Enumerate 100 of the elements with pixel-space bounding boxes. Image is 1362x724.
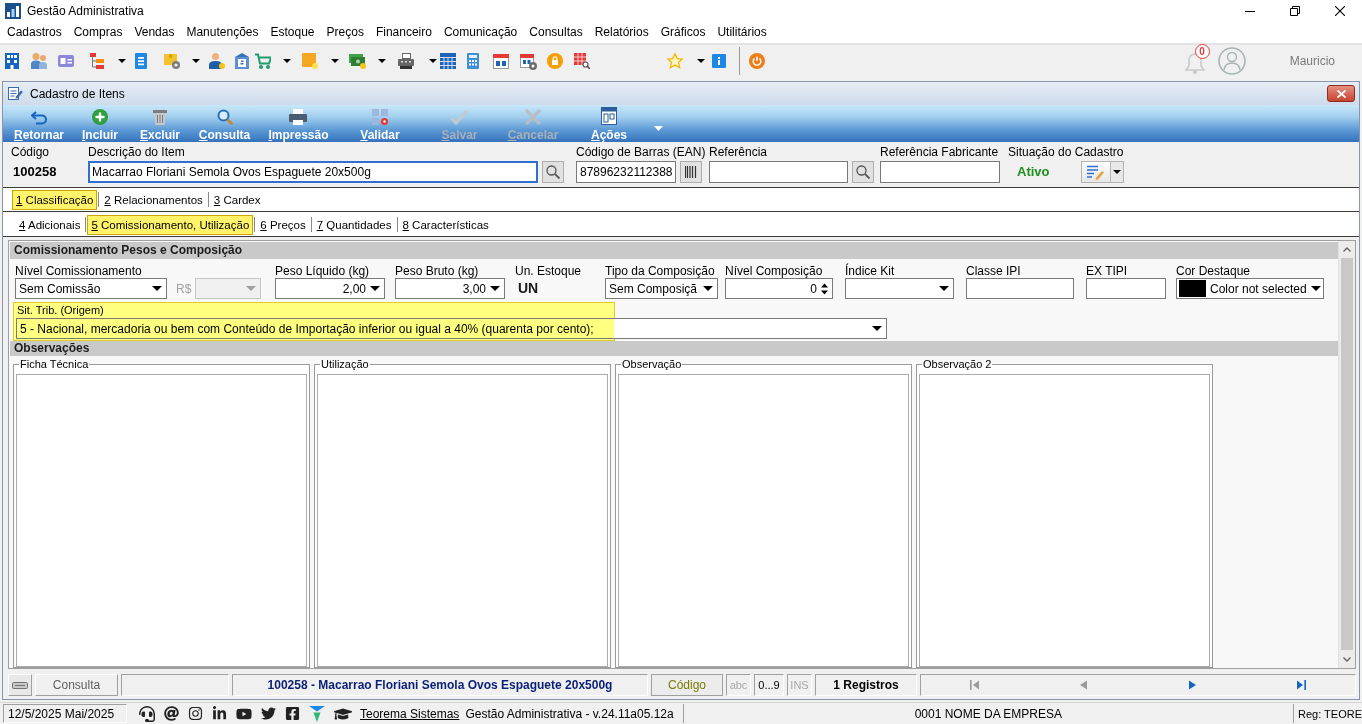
toolbar-button[interactable]: Excluir <box>139 105 181 142</box>
calendar-icon[interactable] <box>493 53 509 69</box>
tab[interactable]: 5 Comissionamento, Utilização <box>87 215 254 235</box>
calendar-gear-icon[interactable] <box>520 52 537 70</box>
search-button[interactable] <box>852 161 874 183</box>
caret-icon[interactable] <box>283 59 291 63</box>
scroll-up-icon[interactable] <box>1343 247 1351 252</box>
menu-item[interactable]: Utilitários <box>711 23 773 42</box>
next-icon[interactable] <box>1188 680 1196 690</box>
twitter-icon[interactable] <box>261 706 276 721</box>
bank-icon[interactable] <box>235 53 249 69</box>
linkedin-icon[interactable] <box>212 706 227 721</box>
menu-item[interactable]: Manutenções <box>180 23 265 42</box>
caret-icon[interactable] <box>192 59 200 63</box>
caret-icon[interactable] <box>429 59 437 63</box>
scrollbar-thumb[interactable] <box>1341 258 1353 650</box>
toolbar-button[interactable]: Impressão <box>267 105 330 142</box>
menu-item[interactable]: Relatórios <box>588 23 655 42</box>
sort-button[interactable]: Código <box>651 674 723 696</box>
calendar-icon[interactable] <box>440 53 456 69</box>
text-input[interactable] <box>966 278 1074 299</box>
tab[interactable]: 2 Relacionamentos <box>100 190 207 210</box>
menu-item[interactable]: Cadastros <box>1 23 68 42</box>
info-icon[interactable] <box>712 54 726 68</box>
building-icon[interactable] <box>5 53 19 69</box>
menu-item[interactable]: Financeiro <box>369 23 438 42</box>
text-input[interactable]: Macarrao Floriani Semola Ovos Espaguete 20x500g <box>88 161 538 183</box>
search-button[interactable] <box>542 161 564 183</box>
window-title: Gestão Administrativa <box>27 4 144 18</box>
caret-icon[interactable] <box>331 59 339 63</box>
menu-item[interactable]: Gráficos <box>654 23 712 42</box>
menu-item[interactable]: Vendas <box>128 23 181 42</box>
cash-register-icon[interactable] <box>398 53 414 69</box>
tab[interactable]: 1 Classificação <box>12 190 98 210</box>
toolbar-button[interactable]: Incluir <box>81 105 119 142</box>
tab[interactable]: 3 Cardex <box>209 190 265 210</box>
toolbar-button[interactable]: Ações <box>590 105 628 142</box>
facebook-icon[interactable] <box>285 706 300 721</box>
dropdown-field[interactable]: 3,00 <box>395 278 505 299</box>
menu-item[interactable]: Estoque <box>264 23 321 42</box>
dropdown-field[interactable]: 5 - Nacional, mercadoria ou bem com Conteúdo de Importação inferior ou igual a 40% (quarenta por cento); <box>16 318 887 339</box>
text-input[interactable] <box>709 161 848 183</box>
caret-icon <box>152 286 162 291</box>
menu-item[interactable]: Consultas <box>523 23 589 42</box>
group-label: Ficha Técnica <box>19 358 90 371</box>
close-button[interactable] <box>1327 85 1355 102</box>
tab[interactable]: 7 Quantidades <box>312 215 396 235</box>
scroll-down-icon[interactable] <box>1343 657 1351 662</box>
document-icon[interactable] <box>135 53 147 69</box>
keyboard-button[interactable] <box>8 674 32 696</box>
restore-icon[interactable] <box>1290 6 1300 16</box>
hierarchy-icon[interactable] <box>90 53 104 69</box>
user-name[interactable]: Mauricio <box>1289 54 1335 68</box>
power-icon[interactable] <box>749 53 765 69</box>
dropdown-field[interactable]: Sem Comissão <box>15 278 167 299</box>
headset-icon[interactable] <box>139 705 155 722</box>
last-page-icon[interactable] <box>1295 680 1306 690</box>
barcode-button[interactable] <box>680 161 702 183</box>
dropdown-field[interactable]: Sem Composiçã <box>605 278 718 299</box>
calculator-icon[interactable] <box>467 53 479 69</box>
tab[interactable]: 6 Preços <box>256 215 310 235</box>
caret-icon[interactable] <box>697 59 705 63</box>
close-icon[interactable] <box>1335 6 1345 16</box>
field-label: EX TIPI <box>1086 264 1129 278</box>
menu-item[interactable]: Preços <box>320 23 370 42</box>
users-icon[interactable] <box>31 53 47 69</box>
text-input[interactable] <box>880 161 1000 183</box>
section-header: Comissionamento Pesos e Composição <box>10 242 1338 259</box>
toolbar-button[interactable]: Validar <box>359 105 401 142</box>
company-link[interactable]: Teorema Sistemas <box>360 706 460 721</box>
person-coin-icon[interactable] <box>209 53 225 69</box>
menu-item[interactable]: Comunicação <box>437 23 524 42</box>
record-count: 1 Registros <box>833 678 899 692</box>
star-icon[interactable] <box>667 53 683 69</box>
id-card-icon[interactable] <box>58 55 74 67</box>
tab[interactable]: 4 Adicionais <box>15 215 85 235</box>
instagram-icon[interactable] <box>188 706 203 721</box>
company-name: 0001 NOME DA EMPRESA <box>914 706 1063 721</box>
cart-icon[interactable] <box>255 53 271 69</box>
toolbar-button[interactable]: Consulta <box>197 105 252 142</box>
text-input[interactable] <box>1086 278 1166 299</box>
caret-icon[interactable] <box>378 59 386 63</box>
at-sign-icon[interactable] <box>164 706 179 721</box>
barcode-input[interactable]: 87896232112388 <box>576 161 676 183</box>
box-gear-icon[interactable] <box>164 53 180 69</box>
tab[interactable]: 8 Características <box>398 215 493 235</box>
money-icon[interactable] <box>349 53 366 69</box>
status-menu-button[interactable] <box>1080 161 1124 183</box>
dropdown-field[interactable]: 2,00 <box>275 278 385 299</box>
table-search-icon[interactable] <box>574 53 590 69</box>
dropdown-field[interactable] <box>845 278 954 299</box>
caret-icon[interactable] <box>118 59 126 63</box>
logo-icon[interactable] <box>309 705 325 722</box>
color-picker[interactable]: Color not selected <box>1176 278 1324 299</box>
grid-gear-icon <box>372 109 388 125</box>
menu-item[interactable]: Compras <box>67 23 129 42</box>
spin-arrows-icon[interactable] <box>821 282 828 295</box>
toolbar-button[interactable]: Retornar <box>13 105 65 142</box>
spin-field[interactable]: 0 <box>725 278 833 299</box>
minimize-icon[interactable] <box>1245 10 1255 12</box>
